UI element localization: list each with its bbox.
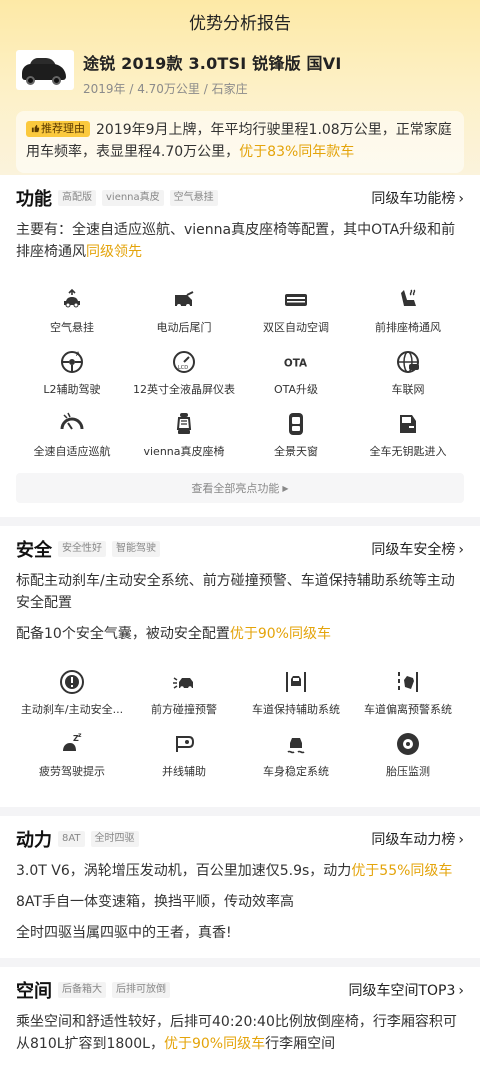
power-card: 动力 8AT 全时四驱 同级车动力榜 › 3.0T V6，涡轮增压发动机，百公里加… xyxy=(0,816,480,958)
svg-text:z: z xyxy=(78,732,82,739)
function-rank-link[interactable]: 同级车功能榜 › xyxy=(371,188,464,208)
safety-card: 安全 安全性好 智能驾驶 同级车安全榜 › 标配主动刹车/主动安全系统、前方碰撞预… xyxy=(0,526,480,807)
power-chip: 8AT xyxy=(58,831,85,847)
recommend-reason: 推荐理由 2019年9月上牌，年平均行驶里程1.08万公里，正常家庭用车频率，表… xyxy=(16,111,464,173)
car-thumbnail xyxy=(16,50,74,90)
chevron-right-icon: › xyxy=(458,191,464,207)
triangle-right-icon: ▶ xyxy=(282,483,289,493)
ota-icon: OTA xyxy=(283,349,309,375)
power-desc: 3.0T V6，涡轮增压发动机，百公里加速仅5.9s，动力优于55%同级车 8A… xyxy=(16,863,453,941)
lane-keep-icon xyxy=(283,669,309,695)
stability-control-icon xyxy=(283,731,309,757)
power-chip: 全时四驱 xyxy=(90,831,139,847)
fatigue-alert-icon: Zz xyxy=(59,731,85,757)
chevron-right-icon: › xyxy=(458,542,464,558)
feature-item[interactable]: 胎压监测 xyxy=(352,731,464,793)
leather-seat-icon xyxy=(171,411,197,437)
collision-warning-icon xyxy=(171,669,197,695)
safety-desc: 标配主动刹车/主动安全系统、前方碰撞预警、车道保持辅助系统等主动安全配置 配备1… xyxy=(16,573,455,642)
function-chip: vienna真皮 xyxy=(102,190,164,206)
chevron-right-icon: › xyxy=(458,983,464,999)
keyless-entry-icon xyxy=(395,411,421,437)
feature-item[interactable]: A L2辅助驾驶 xyxy=(16,349,128,411)
page-title: 优势分析报告 xyxy=(189,13,291,34)
power-title: 动力 xyxy=(16,830,52,851)
feature-item[interactable]: 车道偏离预警系统 xyxy=(352,669,464,731)
space-card: 空间 后备箱大 后排可放倒 同级车空间TOP3 › 乘坐空间和舒适性较好，后排可4… xyxy=(0,967,480,1085)
space-rank-link[interactable]: 同级车空间TOP3 › xyxy=(348,980,464,1000)
feature-item[interactable]: 全车无钥匙进入 xyxy=(352,411,464,473)
space-desc: 乘坐空间和舒适性较好，后排可40:20:40比例放倒座椅，行李厢容积可从810L… xyxy=(16,1014,457,1052)
safety-title: 安全 xyxy=(16,540,52,561)
space-title: 空间 xyxy=(16,981,52,1002)
feature-item[interactable]: 前排座椅通风 xyxy=(352,287,464,349)
safety-chip: 安全性好 xyxy=(58,541,106,557)
feature-item[interactable]: 全速自适应巡航 xyxy=(16,411,128,473)
l2-assist-icon: A xyxy=(59,349,85,375)
lane-departure-icon xyxy=(395,669,421,695)
feature-item[interactable]: 双区自动空调 xyxy=(240,287,352,349)
seat-ventilation-icon xyxy=(395,287,421,313)
feature-item[interactable]: 并线辅助 xyxy=(128,731,240,793)
top-bar: 优势分析报告 xyxy=(16,0,464,42)
reason-highlight: 优于83%同年款车 xyxy=(239,144,355,160)
car-summary[interactable]: 途锐 2019款 3.0TSI 锐锋版 国VI 2019年 / 4.70万公里 … xyxy=(16,50,464,97)
svg-text:LCD: LCD xyxy=(178,365,188,371)
car-name: 途锐 2019款 3.0TSI 锐锋版 国VI xyxy=(83,54,342,73)
blind-spot-icon xyxy=(171,731,197,757)
view-all-features-button[interactable]: 查看全部亮点功能 ▶ xyxy=(16,473,464,503)
feature-item[interactable]: 车身稳定系统 xyxy=(240,731,352,793)
safety-chip: 智能驾驶 xyxy=(112,541,160,557)
function-chip: 高配版 xyxy=(58,190,96,206)
space-chip: 后排可放倒 xyxy=(112,982,170,998)
power-rank-link[interactable]: 同级车动力榜 › xyxy=(371,829,464,849)
safety-rank-link[interactable]: 同级车安全榜 › xyxy=(371,539,464,559)
feature-item[interactable]: vienna真皮座椅 xyxy=(128,411,240,473)
power-tailgate-icon xyxy=(171,287,197,313)
space-chip: 后备箱大 xyxy=(58,982,106,998)
panoramic-sunroof-icon xyxy=(283,411,309,437)
safety-feature-grid: 主动刹车/主动安全... 前方碰撞预警 车道保持辅助系统 车道偏离预警系统 Zz… xyxy=(16,669,464,793)
function-card: 功能 高配版 vienna真皮 空气悬挂 同级车功能榜 › 主要有：全速自适应巡航… xyxy=(0,175,480,517)
feature-item[interactable]: 车联网 xyxy=(352,349,464,411)
feature-item[interactable]: 车道保持辅助系统 xyxy=(240,669,352,731)
air-suspension-icon xyxy=(59,287,85,313)
feature-item[interactable]: Zz 疲劳驾驶提示 xyxy=(16,731,128,793)
thumbs-up-icon xyxy=(31,124,40,133)
function-chip: 空气悬挂 xyxy=(169,190,218,206)
feature-item[interactable]: LCD 12英寸全液晶屏仪表 xyxy=(128,349,240,411)
chevron-right-icon: › xyxy=(458,832,464,848)
feature-item[interactable]: 主动刹车/主动安全... xyxy=(16,669,128,731)
dual-zone-ac-icon xyxy=(283,287,309,313)
feature-item[interactable]: 电动后尾门 xyxy=(128,287,240,349)
active-brake-icon xyxy=(59,669,85,695)
feature-item[interactable]: 前方碰撞预警 xyxy=(128,669,240,731)
car-meta: 2019年 / 4.70万公里 / 石家庄 xyxy=(83,82,248,96)
feature-item[interactable]: OTA OTA升级 xyxy=(240,349,352,411)
function-title: 功能 xyxy=(16,189,52,210)
tire-pressure-icon xyxy=(395,731,421,757)
recommend-tag: 推荐理由 xyxy=(26,121,90,137)
adaptive-cruise-icon xyxy=(59,411,85,437)
svg-text:OTA: OTA xyxy=(284,357,307,369)
lcd-cluster-icon: LCD xyxy=(171,349,197,375)
function-desc: 主要有：全速自适应巡航、vienna真皮座椅等配置，其中OTA升级和前排座椅通风… xyxy=(16,222,456,260)
feature-item[interactable]: 全景天窗 xyxy=(240,411,352,473)
feature-item[interactable]: 空气悬挂 xyxy=(16,287,128,349)
function-feature-grid: 空气悬挂 电动后尾门 双区自动空调 前排座椅通风 A L2辅助驾驶 LCD 12… xyxy=(16,287,464,473)
hero-section: 优势分析报告 途锐 2019款 3.0TSI 锐锋版 国VI 2019年 / 4… xyxy=(0,0,480,175)
connected-car-icon xyxy=(395,349,421,375)
